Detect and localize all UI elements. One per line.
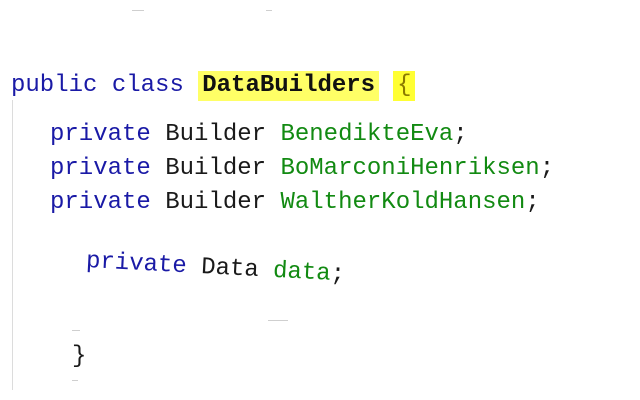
speck (266, 10, 272, 11)
field-line-1[interactable]: private Builder BenedikteEva; (50, 121, 468, 149)
private-keyword: private (50, 155, 151, 182)
class-declaration-line[interactable]: public class DataBuilders { (11, 71, 416, 101)
semicolon: ; (525, 189, 540, 216)
field-name: BoMarconiHenriksen (280, 155, 540, 182)
field-line-3[interactable]: private Builder WaltherKoldHansen; (50, 189, 540, 217)
field-name: BenedikteEva (280, 121, 454, 148)
speck (72, 330, 80, 331)
field-type: Builder (165, 121, 267, 148)
field-name: WaltherKoldHansen (280, 189, 526, 216)
private-keyword: private (85, 248, 188, 281)
field-line-2[interactable]: private Builder BoMarconiHenriksen; (50, 155, 554, 183)
closing-brace-line[interactable]: } (72, 343, 86, 371)
data-field-line[interactable]: private Data data; (85, 248, 345, 290)
speck (132, 10, 144, 11)
speck (72, 380, 78, 381)
open-brace: { (393, 71, 416, 101)
close-brace: } (72, 343, 87, 370)
class-name: DataBuilders (198, 71, 380, 101)
class-keyword: class (111, 72, 184, 99)
private-keyword: private (50, 189, 151, 216)
semicolon: ; (329, 260, 346, 289)
private-keyword: private (50, 121, 151, 148)
semicolon: ; (453, 121, 468, 148)
speck (268, 320, 288, 321)
field-name: data (272, 257, 332, 288)
field-type: Data (200, 254, 260, 285)
code-editor[interactable]: public class DataBuilders { private Build… (0, 0, 640, 400)
indent-guide (12, 100, 13, 390)
field-type: Builder (165, 155, 267, 182)
field-type: Builder (165, 189, 267, 216)
semicolon: ; (539, 155, 555, 182)
public-keyword: public (11, 72, 98, 99)
